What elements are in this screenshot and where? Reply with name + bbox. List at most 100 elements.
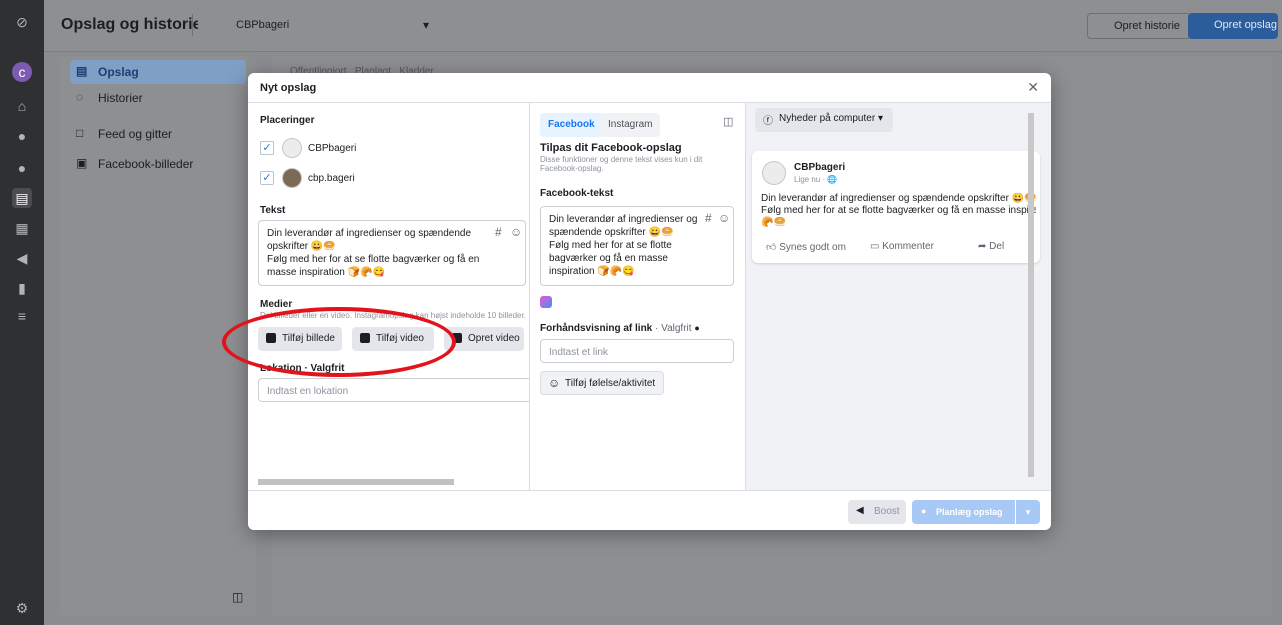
placement-checkbox-facebook[interactable]: ✓ — [260, 141, 274, 155]
preview-share: ➦ Del — [978, 241, 1004, 252]
schedule-options-dropdown[interactable]: ▾ — [1016, 500, 1040, 524]
boost-label: Boost — [874, 506, 900, 517]
sidebar-item-label: Facebook-billeder — [98, 157, 194, 171]
location-input[interactable]: Indtast en lokation — [258, 378, 529, 402]
customize-column: Facebook Instagram ◫ Tilpas dit Facebook… — [530, 103, 746, 490]
chat-icon[interactable]: ● — [12, 158, 32, 178]
schedule-label: Planlæg opslag — [936, 507, 1003, 517]
emoji-icon[interactable]: ☺ — [718, 211, 730, 225]
collapse-icon[interactable]: ◫ — [232, 590, 243, 604]
preview-placement-selector[interactable]: ⓕ Nyheder på computer ▾ — [755, 108, 893, 132]
sidebar-item-label: Opslag — [98, 65, 139, 79]
schedule-post-button[interactable]: ● Planlæg opslag — [912, 500, 1015, 524]
sidebar-item-label: Feed og gitter — [98, 127, 173, 141]
video-icon — [360, 333, 370, 343]
horizontal-scrollbar[interactable] — [258, 479, 454, 485]
video-create-icon — [452, 333, 462, 343]
instagram-account-avatar — [282, 168, 302, 188]
compose-column: Placeringer ✓ CBPbageri ✓ cbp.bageri Tek… — [248, 103, 530, 490]
notifications-icon[interactable]: ● — [12, 126, 32, 146]
color-background-icon[interactable] — [540, 296, 552, 308]
facebook-icon: ⓕ — [763, 116, 773, 127]
divider — [192, 14, 193, 36]
settings-icon[interactable]: ⚙ — [12, 598, 32, 618]
sidebar-item-posts[interactable]: ▤ Opslag — [70, 60, 246, 84]
placements-label: Placeringer — [260, 115, 315, 126]
post-text-area[interactable]: Din leverandør af ingredienser og spænde… — [258, 220, 526, 286]
preview-body-line2: Følg med her for at se flotte bagværker … — [761, 205, 1036, 216]
like-icon: 👍︎ — [766, 242, 777, 253]
hashtag-icon[interactable]: # — [705, 211, 712, 225]
page-selector-label: CBPbageri — [236, 19, 290, 31]
post-preview-card: CBPbageri Lige nu · 🌐 Din leverandør af … — [752, 151, 1040, 263]
meta-logo-icon[interactable]: ⊘ — [12, 12, 32, 32]
page-title: Opslag og historier — [61, 16, 208, 33]
sidebar: ▤ Opslag ◌ Historier □ Feed og gitter ▣ … — [60, 56, 256, 616]
calendar-icon[interactable]: ▦ — [12, 218, 32, 238]
account-avatar[interactable]: c — [12, 62, 32, 82]
media-label: Medier — [260, 299, 293, 310]
ads-icon[interactable]: ◀ — [12, 248, 32, 268]
insights-icon[interactable]: ▮ — [12, 278, 32, 298]
preview-page-name: CBPbageri — [794, 162, 846, 173]
create-post-button[interactable]: Opret opslag — [1188, 13, 1278, 39]
sidebar-item-facebook-photos[interactable]: ▣ Facebook-billeder — [70, 152, 246, 176]
top-bar: Opslag og historier CBPbageri ▾ Opret hi… — [44, 0, 1282, 52]
preview-column: ⓕ Nyheder på computer ▾ CBPbageri Lige n… — [746, 103, 1051, 490]
app-rail: ⊘ c ⌂ ● ● ▤ ▦ ◀ ▮ ≡ ⚙ — [0, 0, 44, 625]
emoji-icon[interactable]: ☺ — [510, 225, 522, 239]
like-label: Synes godt om — [779, 242, 846, 253]
dialog-header: Nyt opslag ✕ — [248, 73, 1051, 103]
create-story-button[interactable]: Opret historie — [1087, 13, 1192, 39]
preview-like: 👍︎ Synes godt om — [766, 241, 846, 253]
megaphone-icon: ◀ — [856, 505, 864, 516]
home-icon[interactable]: ⌂ — [12, 96, 32, 116]
create-video-button[interactable]: Opret video — [444, 327, 524, 351]
preview-comment: ▭ Kommenter — [870, 241, 934, 252]
close-icon[interactable]: ✕ — [1027, 79, 1039, 96]
customize-title: Tilpas dit Facebook-opslag — [540, 142, 682, 154]
sidebar-item-feed-grid[interactable]: □ Feed og gitter — [70, 122, 246, 146]
feeling-activity-button[interactable]: ☺ Tilføj følelse/aktivitet — [540, 371, 664, 395]
text-label: Tekst — [260, 205, 286, 216]
new-post-dialog: Nyt opslag ✕ Placeringer ✓ CBPbageri ✓ c… — [248, 73, 1051, 530]
feed-icon: □ — [76, 126, 84, 140]
preview-scrollbar[interactable] — [1028, 113, 1034, 477]
add-photo-label: Tilføj billede — [282, 333, 335, 344]
link-preview-label: Forhåndsvisning af link · Valgfrit ● — [540, 323, 700, 334]
dialog-footer: ◀ Boost ● Planlæg opslag ▾ — [248, 490, 1051, 530]
boost-button[interactable]: ◀ Boost — [848, 500, 906, 524]
share-icon: ➦ — [978, 241, 987, 252]
tab-instagram[interactable]: Instagram — [600, 113, 661, 137]
media-hint: Del billeder eller en video. Instagramop… — [260, 311, 526, 320]
page-selector[interactable]: CBPbageri ▾ — [198, 12, 438, 38]
facebook-text-label: Facebook-tekst — [540, 188, 614, 199]
posts-icon[interactable]: ▤ — [12, 188, 32, 208]
create-video-label: Opret video — [468, 333, 520, 344]
preview-body-line1: Din leverandør af ingredienser og spænde… — [761, 193, 1036, 204]
sidebar-item-label: Historier — [98, 91, 143, 105]
layout-toggle-icon[interactable]: ◫ — [723, 115, 733, 128]
add-video-button[interactable]: Tilføj video — [352, 327, 434, 351]
caret-down-icon: ▾ — [877, 113, 883, 124]
menu-icon[interactable]: ≡ — [12, 306, 32, 326]
info-icon[interactable]: ● — [694, 323, 699, 333]
link-optional-text: · Valgfrit — [652, 323, 692, 334]
preview-body-line3: 🥐🥯 — [761, 217, 786, 228]
share-label: Del — [989, 241, 1005, 252]
instagram-account-name: cbp.bageri — [308, 173, 355, 184]
hashtag-icon[interactable]: # — [495, 225, 502, 239]
placement-checkbox-instagram[interactable]: ✓ — [260, 171, 274, 185]
location-label: Lokation · Valgfrit — [260, 363, 345, 374]
link-input[interactable]: Indtast et link — [540, 339, 734, 363]
dialog-title: Nyt opslag — [260, 82, 317, 94]
sidebar-item-stories[interactable]: ◌ Historier — [70, 86, 246, 110]
tab-facebook[interactable]: Facebook — [540, 113, 603, 137]
add-photo-button[interactable]: Tilføj billede — [258, 327, 342, 351]
customize-subtitle: Disse funktioner og denne tekst vises ku… — [540, 155, 703, 173]
photo-icon — [266, 333, 276, 343]
feeling-activity-label: Tilføj følelse/aktivitet — [565, 378, 656, 389]
chevron-down-icon: ▾ — [423, 18, 430, 32]
page-avatar — [762, 161, 786, 185]
facebook-page-avatar — [282, 138, 302, 158]
